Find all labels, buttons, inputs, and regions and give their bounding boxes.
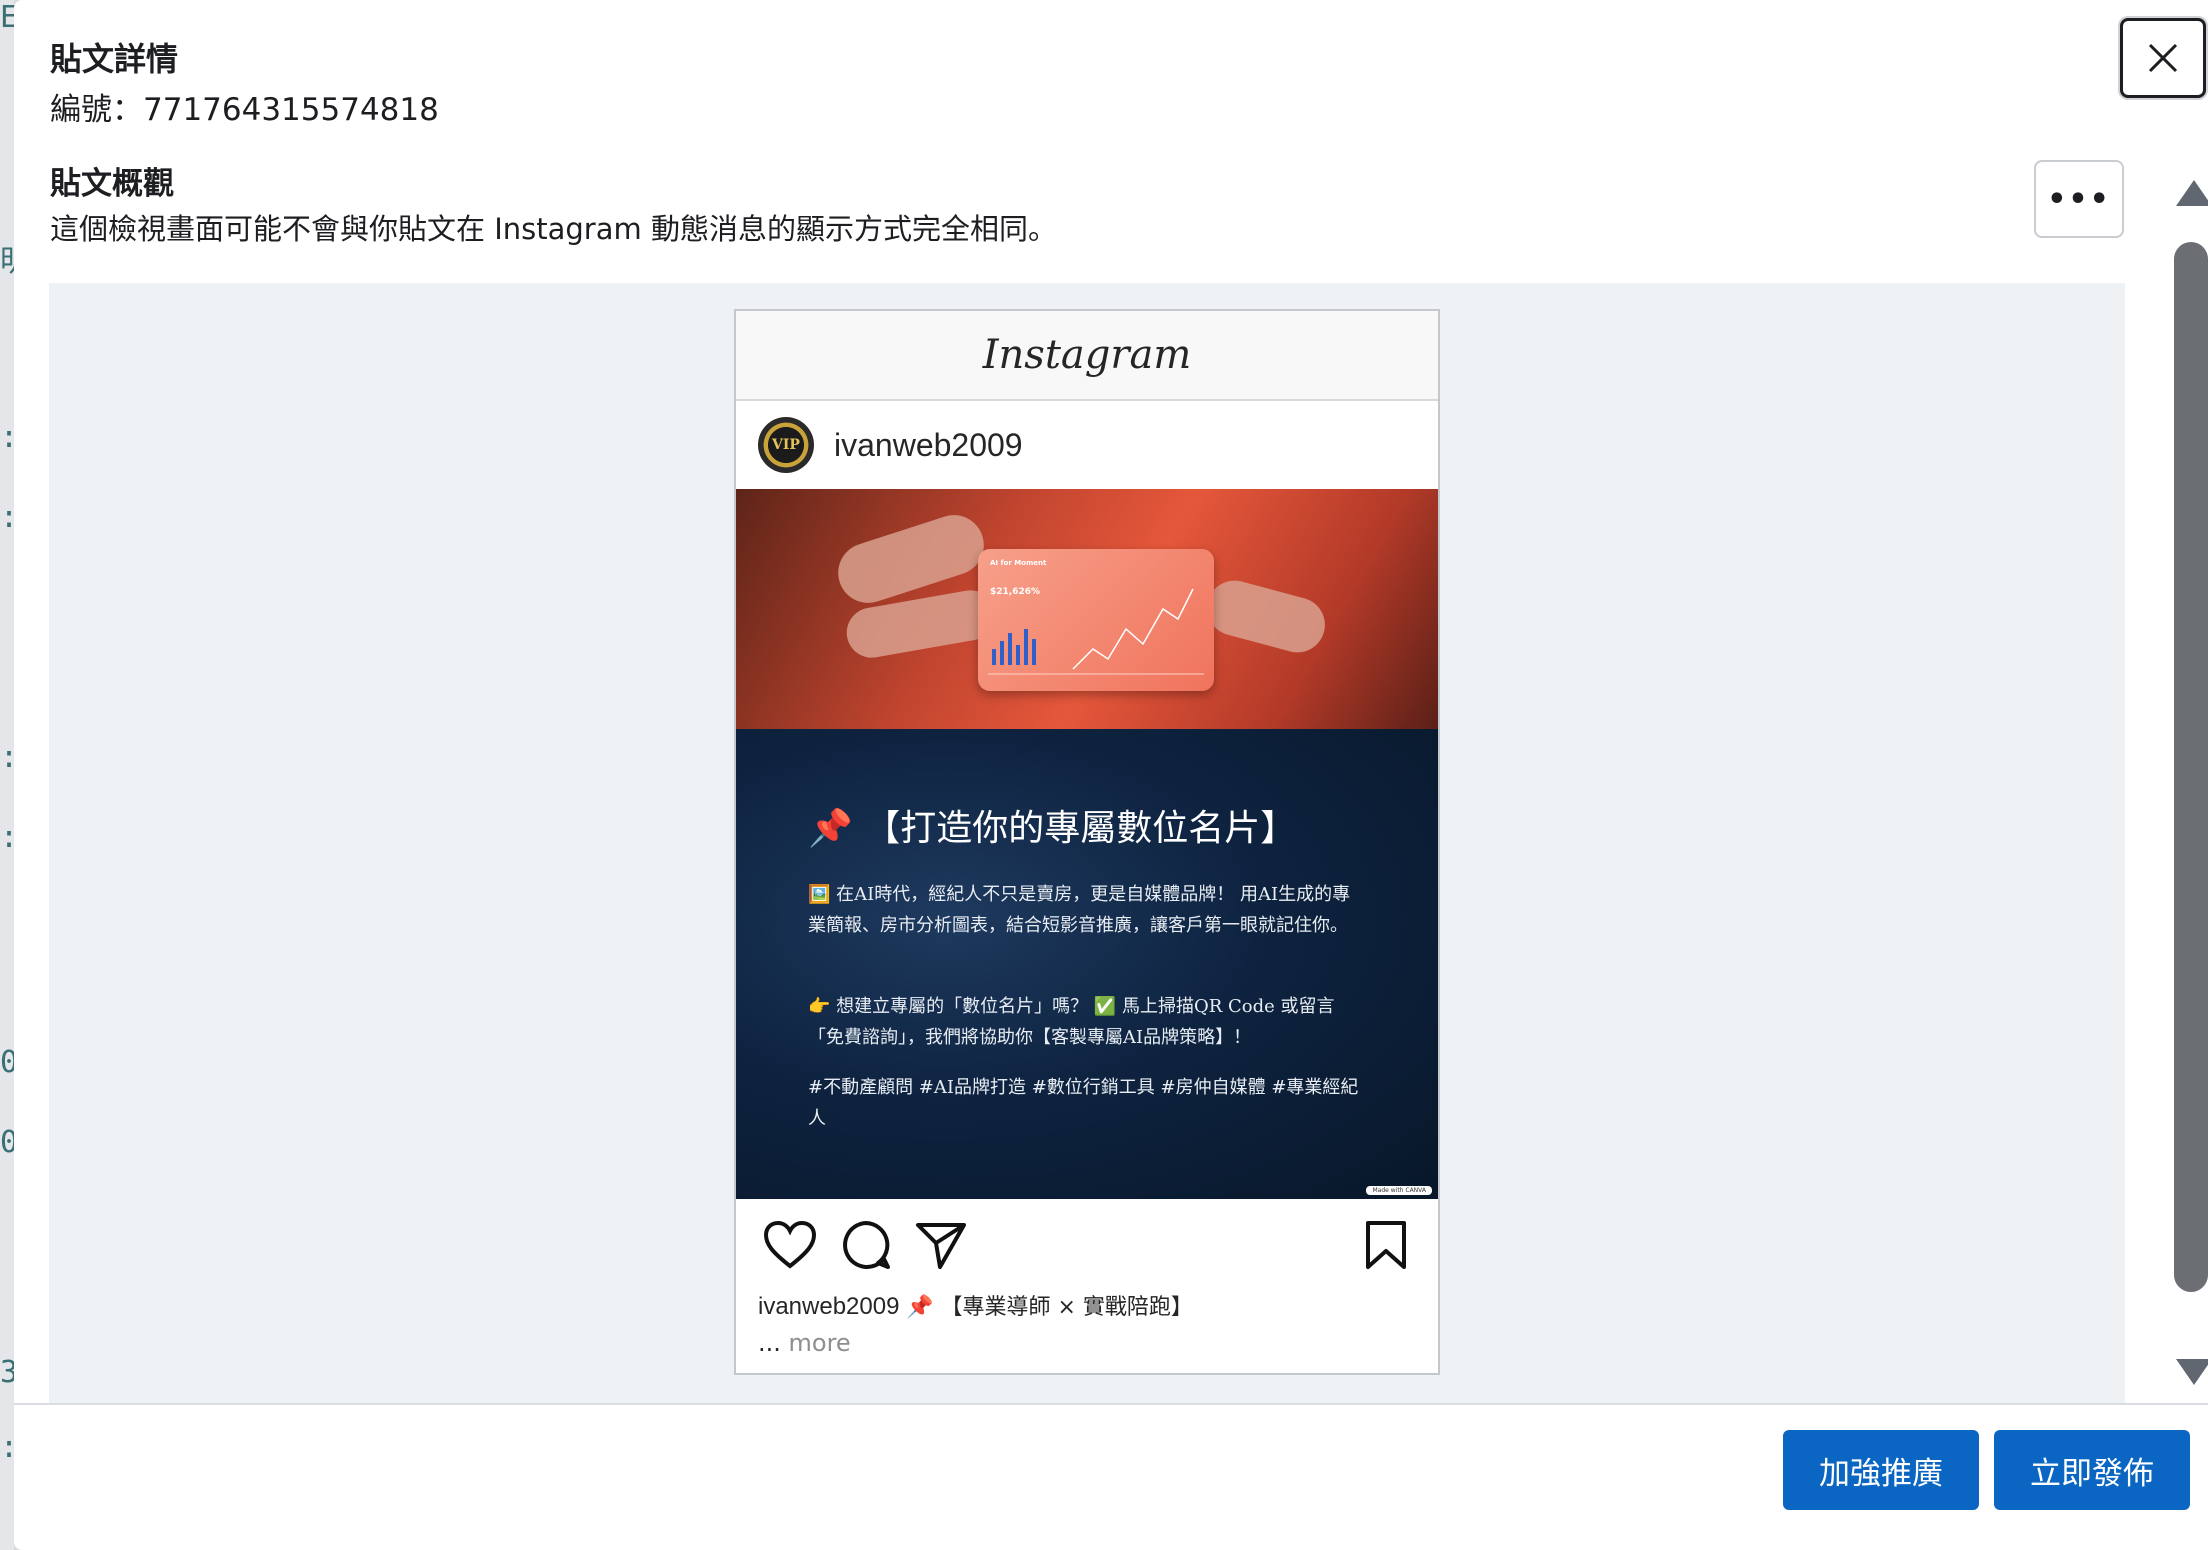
publish-now-button[interactable]: 立即發佈 [1994, 1430, 2190, 1510]
caption-ellipsis: ... [758, 1329, 789, 1357]
avatar: VIP [758, 417, 814, 473]
share-icon[interactable] [914, 1219, 968, 1271]
post-author: VIP ivanweb2009 [736, 401, 1438, 489]
canva-watermark: Made with CANVA [1366, 1186, 1432, 1195]
boost-post-button[interactable]: 加強推廣 [1783, 1430, 1979, 1510]
more-options-button[interactable]: ••• [2034, 160, 2124, 238]
caption-username: ivanweb2009 [758, 1293, 900, 1320]
instagram-logo: Instagram [736, 311, 1438, 401]
overview-description: 這個檢視畫面可能不會與你貼文在 Instagram 動態消息的顯示方式完全相同。 [50, 212, 1057, 246]
scroll-up-arrow-icon[interactable] [2176, 180, 2208, 206]
post-id: 編號：771764315574818 [50, 92, 439, 128]
hand-shape-right [1200, 574, 1332, 659]
caption-more-line: ... more [736, 1329, 1438, 1357]
page-backdrop: E 明 :1 :2 :1 :1 0 0 刂 3 :3 [0, 0, 36, 1550]
more-icon: ••• [2047, 181, 2111, 217]
post-image-photo: AI for Moment $21,626% [736, 489, 1438, 729]
dialog-title: 貼文詳情 [50, 40, 179, 78]
close-icon [2148, 43, 2178, 73]
post-image: AI for Moment $21,626% 📌 【打造你的專屬數位名片】 🖼️… [736, 489, 1438, 1199]
caption-text: 📌 【專業導師 × 實戰陪跑】 [906, 1295, 1193, 1320]
avatar-text: VIP [772, 437, 800, 453]
heart-icon[interactable] [762, 1219, 818, 1271]
instagram-preview-card: Instagram VIP ivanweb2009 AI for Moment … [734, 309, 1440, 1375]
comment-icon[interactable] [840, 1219, 892, 1271]
post-image-text-panel: 📌 【打造你的專屬數位名片】 🖼️ 在AI時代，經紀人不只是賣房，更是自媒體品牌… [736, 729, 1438, 1199]
scroll-down-arrow-icon[interactable] [2176, 1359, 2208, 1385]
footer-divider [14, 1403, 2208, 1405]
overview-title: 貼文概觀 [50, 166, 174, 202]
bookmark-icon[interactable] [1364, 1219, 1408, 1271]
dashboard-card: AI for Moment $21,626% [978, 549, 1214, 691]
author-username: ivanweb2009 [834, 426, 1023, 463]
post-paragraph-2: 👉 想建立專屬的「數位名片」嗎？ ✅ 馬上掃描QR Code 或留言「免費諮詢」… [808, 996, 1335, 1048]
post-details-dialog: 貼文詳情 編號：771764315574818 貼文概觀 這個檢視畫面可能不會與… [14, 0, 2208, 1550]
post-hashtags: #不動產顧問 #AI品牌打造 #數位行銷工具 #房仲自媒體 #專業經紀人 [808, 1077, 1359, 1129]
close-button[interactable] [2120, 18, 2206, 98]
post-paragraph-1: 🖼️ 在AI時代，經紀人不只是賣房，更是自媒體品牌！ 用AI生成的專業簡報、房市… [808, 884, 1351, 936]
dashboard-chart-icon [988, 588, 1204, 675]
post-actions [736, 1199, 1438, 1289]
scroll-thumb[interactable] [2174, 242, 2208, 1292]
scrollbar[interactable] [2174, 180, 2208, 1385]
caption-more-link[interactable]: more [789, 1329, 851, 1357]
post-caption: ivanweb2009 📌 【專業導師 × 實戰陪跑】 [736, 1289, 1438, 1321]
post-headline: 📌 【打造你的專屬數位名片】 [808, 808, 1297, 849]
